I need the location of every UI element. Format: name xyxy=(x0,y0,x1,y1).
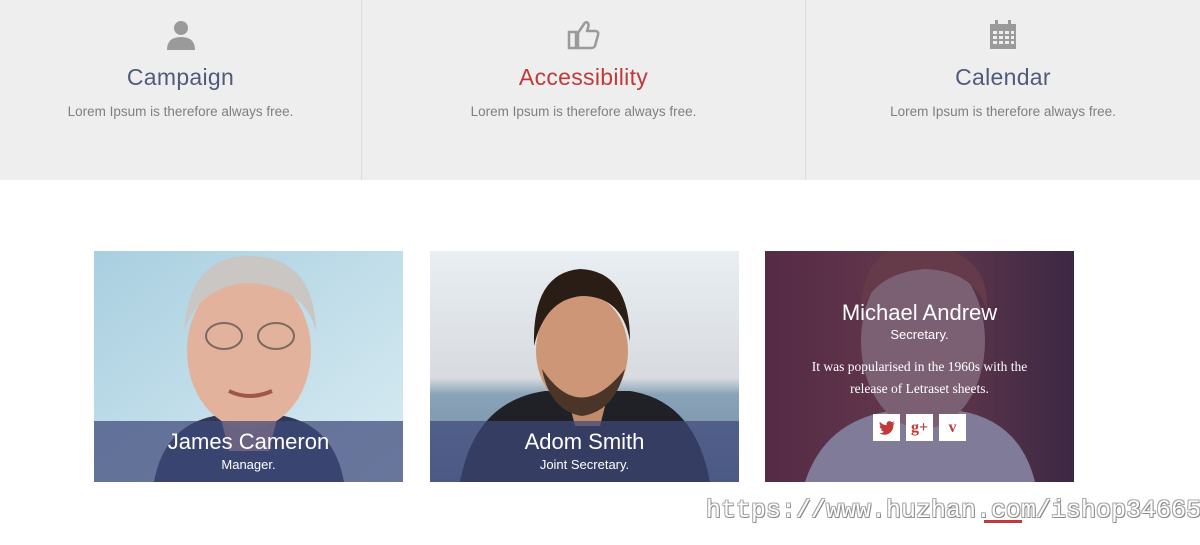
team-caption: Adom Smith Joint Secretary. xyxy=(430,421,739,482)
google-plus-icon[interactable]: g+ xyxy=(906,414,933,441)
watermark: https://www.huzhan.com/ishop34665 xyxy=(706,496,1200,525)
feature-description: Lorem Ipsum is therefore always free. xyxy=(470,104,697,119)
team-role: Manager. xyxy=(221,457,276,472)
feature-title[interactable]: Calendar xyxy=(806,64,1200,91)
thumbs-up-icon xyxy=(567,20,599,50)
team-caption: James Cameron Manager. xyxy=(94,421,403,482)
calendar-icon xyxy=(990,20,1016,49)
feature-description: Lorem Ipsum is therefore always free. xyxy=(890,104,1116,119)
team-card-adom-smith[interactable]: Adom Smith Joint Secretary. xyxy=(430,251,739,482)
team-card-michael-andrew[interactable]: Michael Andrew Secretary. It was popular… xyxy=(765,251,1074,482)
team-bio: It was popularised in the 1960s with the… xyxy=(811,359,1028,396)
feature-description: Lorem Ipsum is therefore always free. xyxy=(67,104,294,119)
team-role: Joint Secretary. xyxy=(539,457,630,472)
feature-campaign[interactable]: Campaign Lorem Ipsum is therefore always… xyxy=(0,0,362,180)
user-icon xyxy=(166,21,195,50)
team-name[interactable]: Adom Smith xyxy=(430,429,739,455)
team-role: Secretary. xyxy=(890,327,949,342)
feature-title[interactable]: Campaign xyxy=(0,64,361,91)
team-name[interactable]: James Cameron xyxy=(94,429,403,455)
team-overlay: Michael Andrew Secretary. It was popular… xyxy=(765,251,1074,482)
features-section: Campaign Lorem Ipsum is therefore always… xyxy=(0,0,1200,180)
team-card-james-cameron[interactable]: James Cameron Manager. xyxy=(94,251,403,482)
feature-accessibility[interactable]: Accessibility Lorem Ipsum is therefore a… xyxy=(362,0,806,180)
vimeo-icon[interactable]: v xyxy=(939,414,966,441)
social-links: g+ v xyxy=(765,414,1074,441)
watermark-underline xyxy=(984,520,1022,523)
twitter-icon[interactable] xyxy=(873,414,900,441)
feature-title[interactable]: Accessibility xyxy=(362,64,805,91)
feature-calendar[interactable]: Calendar Lorem Ipsum is therefore always… xyxy=(806,0,1200,180)
team-name[interactable]: Michael Andrew xyxy=(765,300,1074,326)
